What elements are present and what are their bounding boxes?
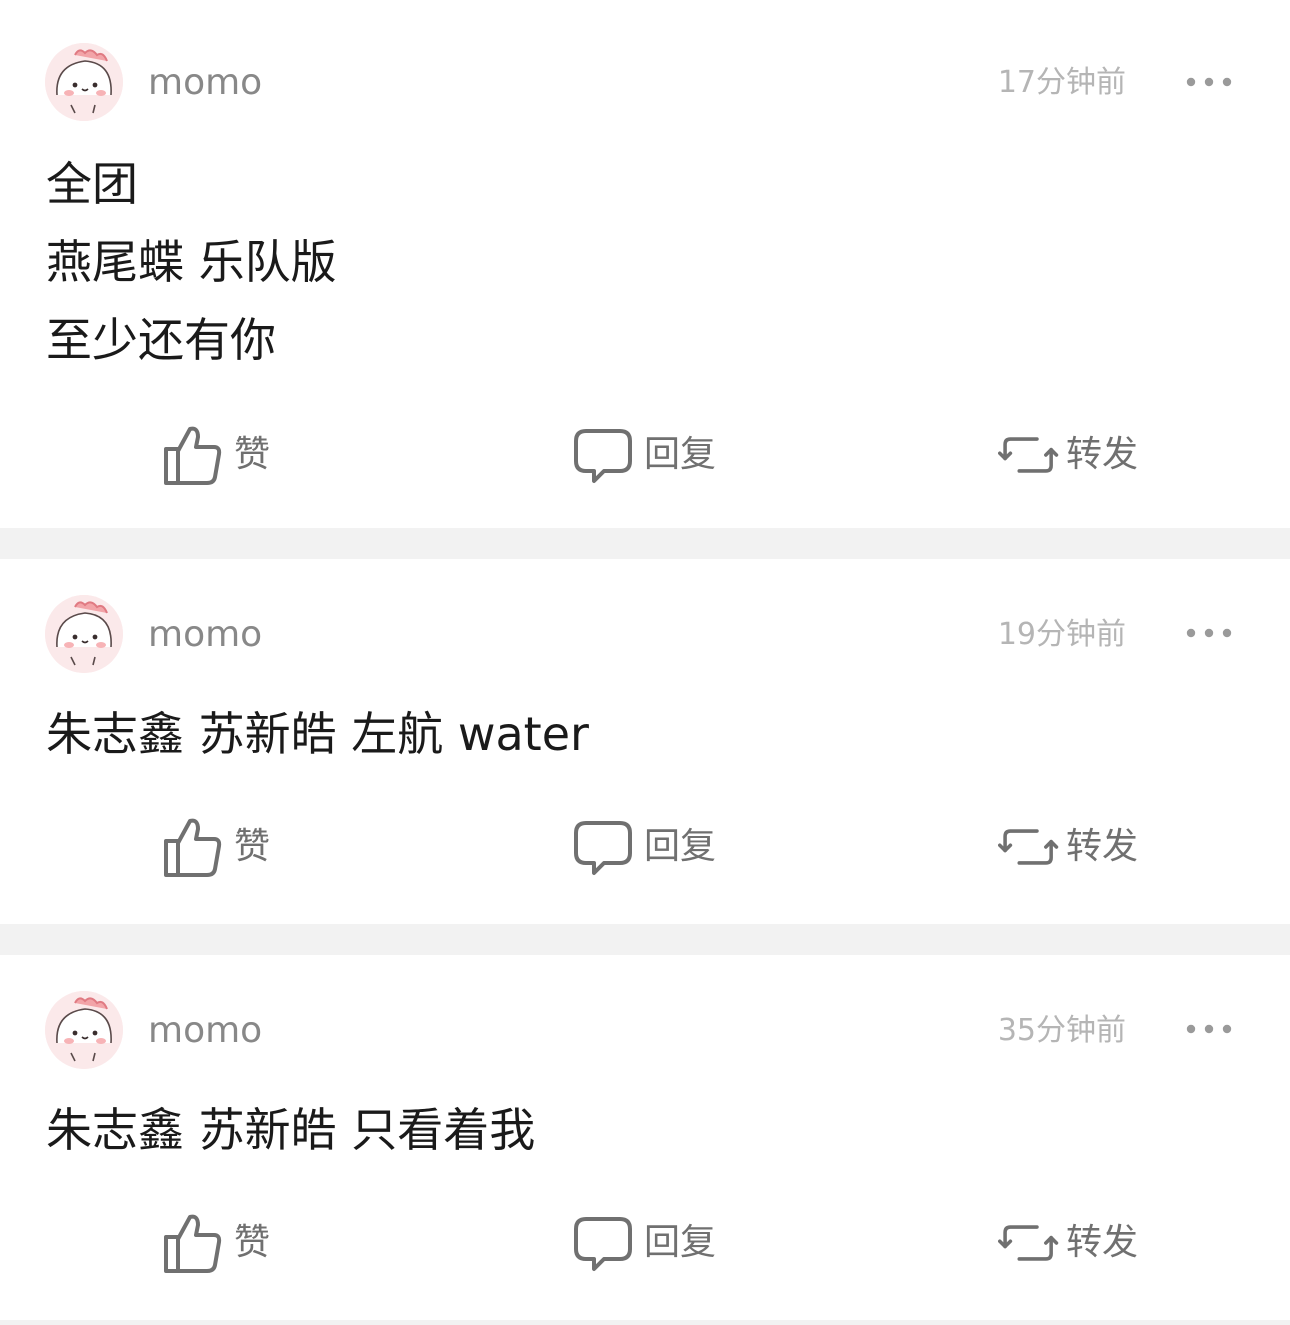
action-bar: 赞 回复 转发 [0,1208,1290,1278]
post-card[interactable]: momo 19分钟前 朱志鑫 苏新皓 左航 water 赞 回复 转发 [0,559,1290,924]
reply-label: 回复 [644,434,717,475]
more-dots-icon[interactable] [1186,1024,1232,1034]
username[interactable]: momo [148,614,262,656]
comment-bubble-icon [574,821,632,875]
repost-button[interactable]: 转发 [998,420,1138,490]
post-content: 朱志鑫 苏新皓 左航 water [46,695,589,773]
like-button[interactable]: 赞 [162,1208,270,1278]
avatar[interactable] [45,991,123,1069]
post-time: 35分钟前 [997,1013,1126,1048]
post-line: 全团 [46,157,138,211]
like-label: 赞 [234,434,271,475]
post-card[interactable]: momo 35分钟前 朱志鑫 苏新皓 只看着我 赞 回复 转发 [0,955,1290,1320]
repost-label: 转发 [1066,826,1139,867]
comment-bubble-icon [574,429,632,483]
post-time: 19分钟前 [997,617,1126,652]
avatar[interactable] [45,595,123,673]
post-content: 全团 燕尾蝶 乐队版 至少还有你 [46,145,337,379]
like-label: 赞 [234,1222,271,1263]
repost-label: 转发 [1066,434,1139,475]
reply-label: 回复 [644,826,717,867]
post-feed: momo 17分钟前 全团 燕尾蝶 乐队版 至少还有你 赞 回复 转发 momo… [0,0,1290,1320]
post-line: 朱志鑫 苏新皓 只看着我 [46,1103,536,1157]
post-content: 朱志鑫 苏新皓 只看着我 [46,1091,535,1169]
post-time: 17分钟前 [997,65,1126,100]
repost-button[interactable]: 转发 [998,812,1138,882]
thumbs-up-icon [164,426,222,485]
post-line: 至少还有你 [46,313,276,367]
like-button[interactable]: 赞 [162,812,270,882]
action-bar: 赞 回复 转发 [0,420,1290,490]
reply-button[interactable]: 回复 [572,420,716,490]
like-button[interactable]: 赞 [162,420,270,490]
avatar[interactable] [45,43,123,121]
username[interactable]: momo [148,62,262,104]
reply-label: 回复 [644,1222,717,1263]
repost-icon [998,1225,1059,1261]
post-line: 燕尾蝶 乐队版 [46,235,337,289]
action-bar: 赞 回复 转发 [0,812,1290,882]
comment-bubble-icon [574,1217,632,1271]
more-dots-icon[interactable] [1186,77,1232,87]
post-line: 朱志鑫 苏新皓 左航 water [46,707,589,761]
reply-button[interactable]: 回复 [572,812,716,882]
repost-button[interactable]: 转发 [998,1208,1138,1278]
post-card[interactable]: momo 17分钟前 全团 燕尾蝶 乐队版 至少还有你 赞 回复 转发 [0,0,1290,528]
like-label: 赞 [234,826,271,867]
thumbs-up-icon [164,818,222,877]
username[interactable]: momo [148,1010,262,1052]
more-dots-icon[interactable] [1186,628,1232,638]
repost-icon [998,437,1059,473]
repost-label: 转发 [1066,1222,1139,1263]
reply-button[interactable]: 回复 [572,1208,716,1278]
thumbs-up-icon [164,1214,222,1273]
repost-icon [998,829,1059,865]
